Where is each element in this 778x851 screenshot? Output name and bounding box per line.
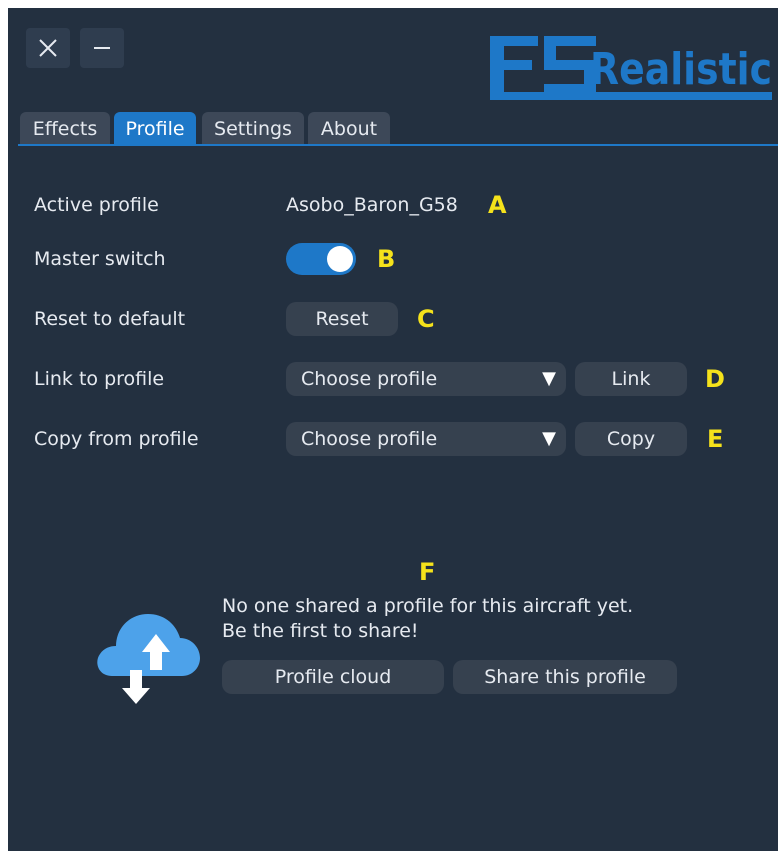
close-button[interactable]	[26, 28, 70, 68]
link-profile-select[interactable]: Choose profile ▼	[286, 362, 566, 396]
marker-e: E	[707, 425, 724, 453]
copy-profile-select[interactable]: Choose profile ▼	[286, 422, 566, 456]
link-select-value: Choose profile	[301, 368, 438, 390]
fsrealistic-logo: Realistic	[486, 30, 774, 108]
marker-a: A	[488, 191, 507, 219]
link-profile-label: Link to profile	[34, 368, 165, 390]
copy-select-value: Choose profile	[301, 428, 438, 450]
cloud-message-line1: No one shared a profile for this aircraf…	[222, 595, 634, 617]
active-profile-label: Active profile	[34, 194, 159, 216]
copy-profile-label: Copy from profile	[34, 428, 199, 450]
master-switch-label: Master switch	[34, 248, 166, 270]
share-profile-button[interactable]: Share this profile	[453, 660, 677, 694]
profile-cloud-button[interactable]: Profile cloud	[222, 660, 444, 694]
master-switch-toggle[interactable]	[286, 243, 356, 275]
tab-underline	[18, 144, 778, 146]
copy-button[interactable]: Copy	[575, 422, 687, 456]
dropdown-arrow-icon: ▼	[542, 368, 556, 389]
link-button[interactable]: Link	[575, 362, 687, 396]
app-window: Realistic Effects Profile Settings About…	[8, 8, 778, 851]
tab-settings[interactable]: Settings	[202, 112, 304, 144]
marker-c: C	[417, 305, 435, 333]
svg-text:Realistic: Realistic	[590, 44, 772, 95]
reset-button[interactable]: Reset	[286, 302, 398, 336]
minimize-icon	[94, 47, 110, 49]
active-profile-value: Asobo_Baron_G58	[286, 194, 458, 216]
close-icon	[39, 39, 57, 57]
minimize-button[interactable]	[80, 28, 124, 68]
marker-b: B	[377, 245, 396, 273]
tab-profile[interactable]: Profile	[114, 112, 196, 144]
toggle-knob	[327, 246, 353, 272]
cloud-message-line2: Be the first to share!	[222, 620, 419, 642]
tab-effects[interactable]: Effects	[20, 112, 110, 144]
reset-label: Reset to default	[34, 308, 186, 330]
dropdown-arrow-icon: ▼	[542, 428, 556, 449]
tab-about[interactable]: About	[308, 112, 390, 144]
cloud-upload-download-icon	[92, 598, 202, 708]
marker-d: D	[705, 365, 725, 393]
marker-f: F	[419, 558, 436, 586]
